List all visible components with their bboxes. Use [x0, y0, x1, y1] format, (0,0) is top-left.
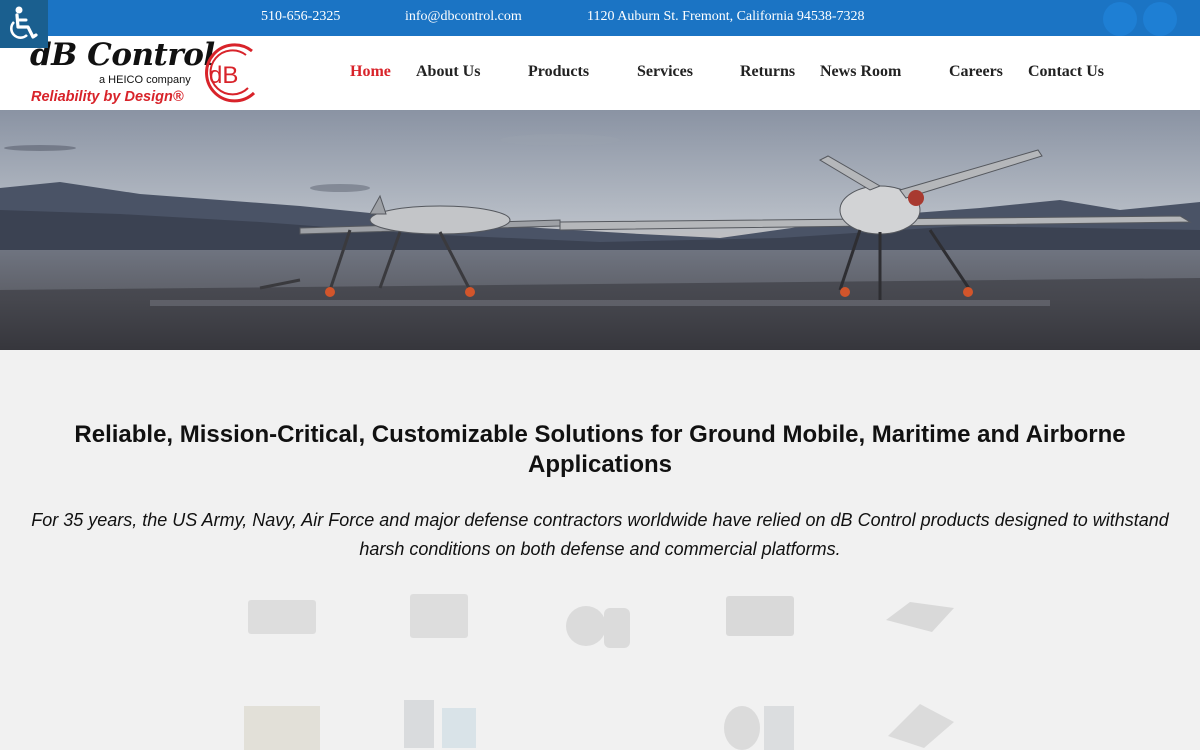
product-thumbnail[interactable] [242, 702, 322, 750]
top-info-bar: 510-656-2325 info@dbcontrol.com 1120 Aub… [0, 0, 1200, 36]
address-text: 1120 Auburn St. Fremont, California 9453… [587, 9, 865, 24]
site-logo[interactable]: dB Control a HEICO company Reliability b… [28, 37, 263, 109]
product-thumbnail[interactable] [880, 590, 960, 646]
logo-parent: a HEICO company [99, 74, 191, 86]
nav-services[interactable]: Services [637, 63, 693, 81]
svg-text:dB: dB [209, 62, 238, 89]
social-icon[interactable] [1143, 2, 1177, 36]
product-thumbnail[interactable] [720, 700, 800, 750]
product-thumbnail[interactable] [400, 696, 480, 750]
nav-careers[interactable]: Careers [949, 63, 1003, 81]
phone-link[interactable]: 510-656-2325 [261, 9, 340, 25]
accessibility-button[interactable] [0, 0, 48, 48]
product-thumbnail[interactable] [560, 600, 640, 656]
db-logo-mark: dB [205, 43, 256, 103]
logo-tagline: Reliability by Design® [31, 89, 184, 105]
email-link[interactable]: info@dbcontrol.com [405, 9, 522, 25]
intro-paragraph: For 35 years, the US Army, Navy, Air For… [31, 510, 1169, 559]
hero-banner-image [0, 110, 1200, 350]
nav-home[interactable]: Home [350, 63, 391, 81]
wheelchair-icon [10, 6, 38, 39]
logo-brand: dB Control [30, 37, 215, 73]
product-thumbnail[interactable] [720, 588, 800, 644]
site-header: dB Control a HEICO company Reliability b… [0, 36, 1200, 110]
product-thumbnail[interactable] [400, 588, 480, 644]
product-thumbnail[interactable] [242, 588, 322, 644]
nav-about[interactable]: About Us [416, 63, 480, 81]
page-headline: Reliable, Mission-Critical, Customizable… [74, 421, 1126, 478]
nav-returns[interactable]: Returns [740, 63, 795, 81]
nav-contact[interactable]: Contact Us [1028, 63, 1104, 81]
nav-products[interactable]: Products [528, 63, 589, 81]
product-thumbnail[interactable] [880, 696, 960, 750]
nav-news-room[interactable]: News Room [820, 63, 901, 81]
social-icon[interactable] [1103, 2, 1137, 36]
